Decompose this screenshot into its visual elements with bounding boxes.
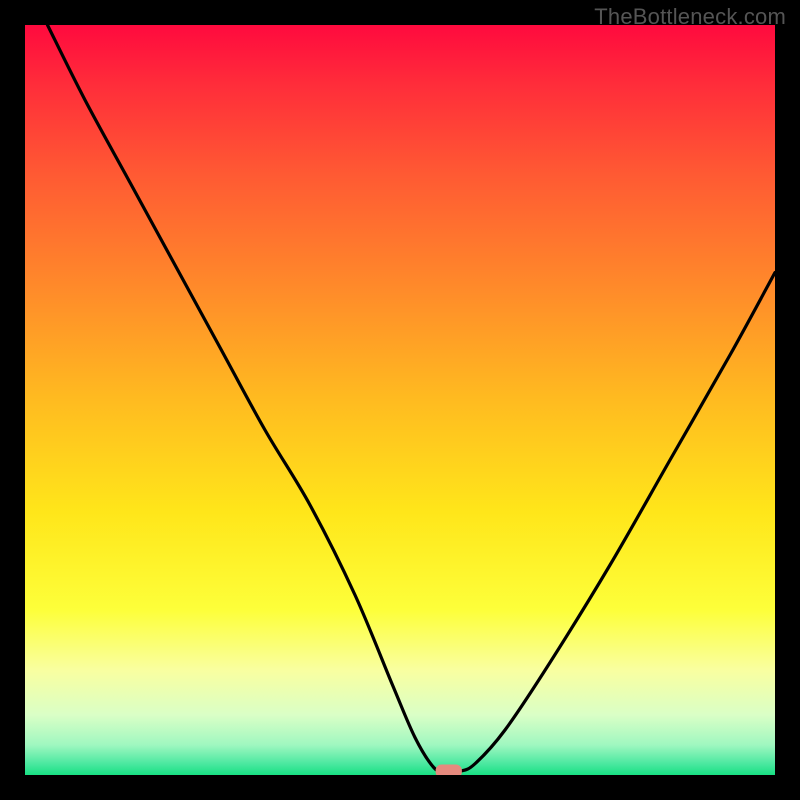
chart-background-gradient: [25, 25, 775, 775]
watermark-text: TheBottleneck.com: [594, 4, 786, 30]
optimal-marker: [436, 765, 462, 776]
bottleneck-chart: [25, 25, 775, 775]
plot-frame: [25, 25, 775, 775]
